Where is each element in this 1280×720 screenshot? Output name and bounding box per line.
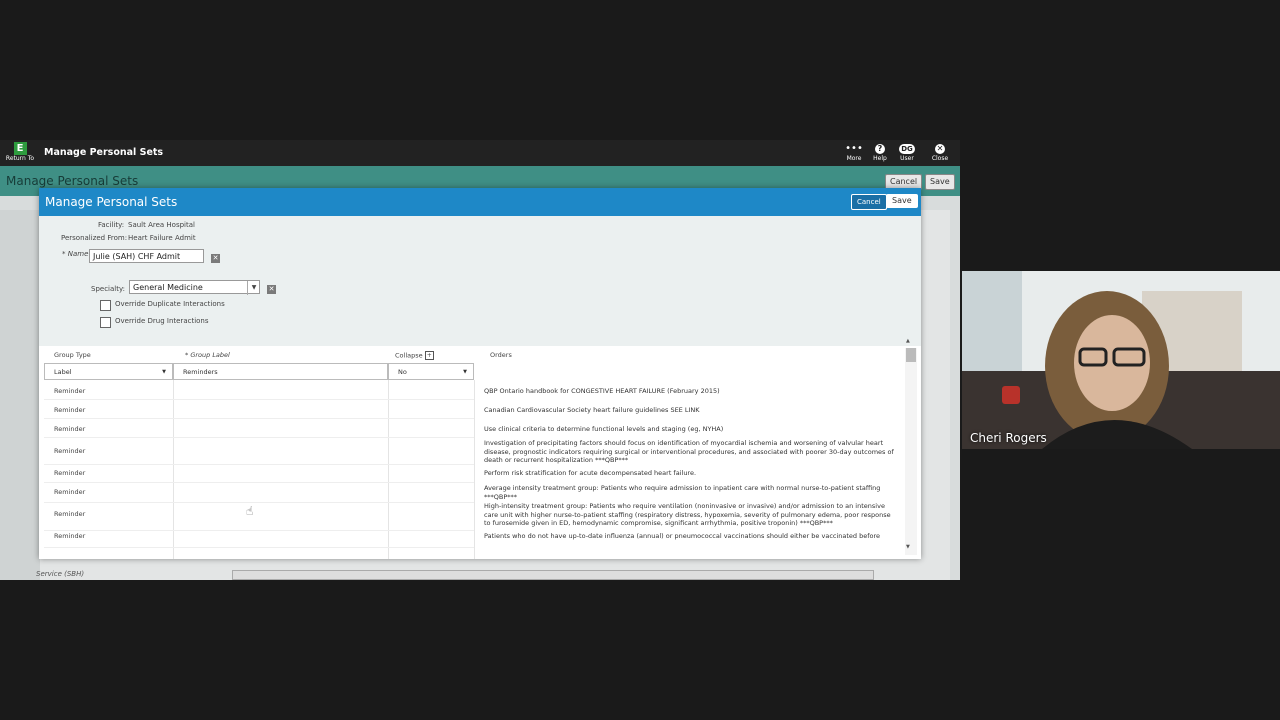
close-label: Close bbox=[931, 155, 949, 162]
scroll-down-icon[interactable]: ▼ bbox=[906, 544, 910, 550]
page-save-button[interactable]: Save bbox=[925, 174, 955, 190]
group-type-cell: Reminder bbox=[54, 447, 86, 455]
group-label-header: * Group Label bbox=[185, 351, 230, 359]
order-text[interactable]: QBP Ontario handbook for CONGESTIVE HEAR… bbox=[484, 387, 896, 396]
order-text[interactable]: High-intensity treatment group: Patients… bbox=[484, 502, 896, 528]
collapse-header: Collapse + bbox=[395, 351, 434, 360]
override-duplicate-label: Override Duplicate Interactions bbox=[115, 300, 225, 308]
scrollbar-thumb[interactable] bbox=[906, 348, 916, 362]
group-type-cell: Reminder bbox=[54, 425, 86, 433]
override-duplicate-checkbox[interactable] bbox=[100, 300, 111, 311]
orders-header: Orders bbox=[490, 351, 512, 359]
expand-collapse-icon[interactable]: + bbox=[424, 351, 434, 360]
order-text[interactable]: Use clinical criteria to determine funct… bbox=[484, 425, 896, 434]
collapse-header-label: Collapse bbox=[395, 351, 423, 360]
participant-name: Cheri Rogers bbox=[970, 431, 1047, 445]
specialty-label: Specialty: bbox=[91, 285, 125, 293]
dialog-cancel-button[interactable]: Cancel bbox=[851, 194, 887, 210]
collapse-select[interactable]: No ▼ bbox=[388, 363, 474, 380]
name-input[interactable]: Julie (SAH) CHF Admit bbox=[89, 249, 204, 263]
order-text[interactable]: Average intensity treatment group: Patie… bbox=[484, 484, 896, 501]
override-drug-label: Override Drug Interactions bbox=[115, 317, 209, 325]
participant-video-frame bbox=[962, 271, 1280, 449]
table-row[interactable] bbox=[44, 503, 474, 531]
background-left-tree bbox=[0, 210, 40, 580]
group-type-header: Group Type bbox=[54, 351, 91, 359]
group-type-cell: Reminder bbox=[54, 510, 86, 518]
return-to-label: Return To bbox=[5, 155, 35, 162]
app-toolbar: E Return To Manage Personal Sets ••• Mor… bbox=[0, 140, 960, 166]
hand-cursor-icon: ☝ bbox=[246, 504, 254, 518]
ehr-app-window: E Return To Manage Personal Sets ••• Mor… bbox=[0, 140, 960, 580]
service-field[interactable] bbox=[232, 570, 874, 580]
personalized-from-value: Heart Failure Admit bbox=[128, 234, 196, 242]
page-title: Manage Personal Sets bbox=[6, 174, 139, 188]
chevron-down-icon: ▼ bbox=[463, 369, 467, 375]
help-label: Help bbox=[873, 155, 887, 162]
group-label-value: Reminders bbox=[183, 368, 218, 376]
dialog-header: Manage Personal Sets Cancel Save bbox=[39, 188, 921, 216]
table-row[interactable] bbox=[44, 483, 474, 503]
order-text[interactable]: Perform risk stratification for acute de… bbox=[484, 469, 896, 478]
clear-name-icon[interactable]: ✕ bbox=[211, 254, 220, 263]
specialty-select[interactable]: General Medicine ▼ bbox=[129, 280, 260, 295]
group-type-cell: Reminder bbox=[54, 488, 86, 496]
group-type-select[interactable]: Label ▼ bbox=[44, 363, 173, 380]
table-row[interactable] bbox=[44, 465, 474, 483]
group-type-cell: Reminder bbox=[54, 387, 86, 395]
table-row[interactable] bbox=[44, 400, 474, 419]
group-type-value: Label bbox=[54, 368, 72, 376]
override-drug-checkbox[interactable] bbox=[100, 317, 111, 328]
chevron-down-icon: ▼ bbox=[162, 369, 166, 375]
participant-video-tile: Cheri Rogers bbox=[962, 271, 1280, 449]
column-divider bbox=[474, 380, 475, 559]
group-label-input[interactable]: Reminders bbox=[173, 363, 388, 380]
order-text[interactable]: Canadian Cardiovascular Society heart fa… bbox=[484, 406, 896, 415]
dialog-save-button[interactable]: Save bbox=[886, 194, 918, 208]
app-title: Manage Personal Sets bbox=[44, 147, 164, 158]
specialty-value: General Medicine bbox=[133, 283, 203, 292]
table-row[interactable] bbox=[44, 531, 474, 548]
dialog-form: Facility: Sault Area Hospital Personaliz… bbox=[39, 216, 921, 346]
return-to-button[interactable]: E Return To bbox=[2, 142, 38, 164]
help-button[interactable]: ? Help bbox=[865, 143, 895, 165]
scroll-up-icon[interactable]: ▲ bbox=[906, 338, 910, 344]
user-button[interactable]: DG User bbox=[892, 143, 922, 165]
chevron-down-icon: ▼ bbox=[247, 281, 260, 295]
group-type-cell: Reminder bbox=[54, 532, 86, 540]
dialog-title: Manage Personal Sets bbox=[45, 195, 178, 209]
close-icon: ✕ bbox=[935, 144, 945, 154]
close-button[interactable]: ✕ Close bbox=[925, 143, 955, 165]
collapse-value: No bbox=[398, 368, 407, 376]
order-text[interactable]: Patients who do not have up-to-date infl… bbox=[484, 532, 896, 541]
user-label: User bbox=[900, 155, 914, 162]
facility-label: Facility: bbox=[98, 221, 125, 229]
group-type-cell: Reminder bbox=[54, 406, 86, 414]
service-field-label: Service (SBH) bbox=[36, 570, 85, 578]
table-row[interactable] bbox=[44, 438, 474, 465]
app-logo-icon: E bbox=[13, 142, 27, 155]
manage-personal-sets-dialog: Manage Personal Sets Cancel Save Facilit… bbox=[39, 188, 921, 559]
name-label: * Name bbox=[62, 250, 89, 258]
group-type-cell: Reminder bbox=[54, 469, 86, 477]
personalized-from-label: Personalized From: bbox=[61, 234, 128, 242]
table-row[interactable] bbox=[44, 381, 474, 400]
user-avatar-icon: DG bbox=[899, 144, 915, 154]
order-text[interactable]: Investigation of precipitating factors s… bbox=[484, 439, 896, 465]
facility-value: Sault Area Hospital bbox=[128, 221, 195, 229]
clear-specialty-icon[interactable]: ✕ bbox=[267, 285, 276, 294]
grid-scrollbar[interactable] bbox=[905, 348, 917, 555]
help-icon: ? bbox=[875, 144, 885, 154]
table-row[interactable] bbox=[44, 419, 474, 438]
